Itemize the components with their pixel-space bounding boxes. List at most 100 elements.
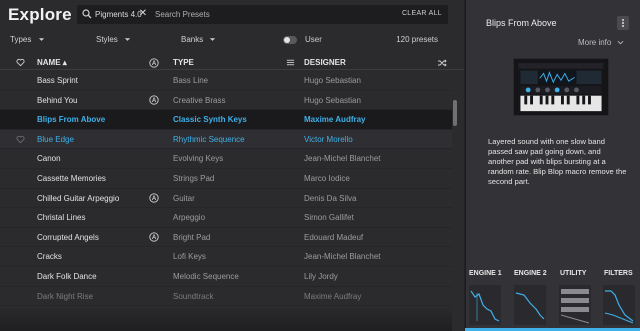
tab-engine-1[interactable]: ENGINE 1 xyxy=(469,270,502,277)
preset-row[interactable]: Dark Night Rise Soundtrack Maxime Audfray xyxy=(0,287,452,307)
preset-row[interactable]: Canon Evolving Keys Jean-Michel Blanchet xyxy=(0,149,452,169)
engine-2-preview xyxy=(514,285,546,325)
preset-designer: Jean-Michel Blanchet xyxy=(304,252,381,262)
preset-name: Dark Night Rise xyxy=(37,291,94,301)
chevron-down-icon xyxy=(617,40,624,45)
preset-type: Soundtrack xyxy=(173,291,214,301)
preset-designer: Hugo Sebastian xyxy=(304,76,361,85)
name-column-header[interactable]: NAME ▴ xyxy=(37,58,67,67)
column-header: NAME ▴ A TYPE DESIGNER xyxy=(0,56,464,70)
preset-type: Rhythmic Sequence xyxy=(173,134,245,144)
preset-type: Creative Brass xyxy=(173,95,226,105)
chevron-down-icon xyxy=(38,38,44,41)
preset-designer: Hugo Sebastian xyxy=(304,95,361,105)
search-icon xyxy=(82,9,92,19)
engine-1-preview xyxy=(469,285,501,325)
designer-column-header[interactable]: DESIGNER xyxy=(304,58,346,67)
preset-designer: Maxime Audfray xyxy=(304,291,362,301)
user-preset-icon: A xyxy=(149,94,159,105)
types-filter[interactable]: Types xyxy=(10,35,45,44)
preset-name: Behind You xyxy=(37,95,78,105)
preset-row[interactable]: Christal Lines Arpeggio Simon Gallifet xyxy=(0,208,452,228)
toggle-knob xyxy=(284,37,290,43)
preset-details-title: Blips From Above xyxy=(486,18,557,28)
preset-type: Bass Line xyxy=(173,76,209,85)
preset-name: Dark Folk Dance xyxy=(37,271,97,281)
list-icon[interactable] xyxy=(286,58,295,67)
preset-name: Corrupted Angels xyxy=(37,232,99,242)
user-toggle-label: User xyxy=(305,35,322,44)
preset-type: Lofi Keys xyxy=(173,252,206,262)
preset-type: Evolving Keys xyxy=(173,154,224,164)
preset-row[interactable]: Behind You A Creative Brass Hugo Sebastian xyxy=(0,91,452,111)
heart-icon[interactable] xyxy=(16,58,25,67)
more-info-label: More info xyxy=(578,38,612,47)
search-filter-chip: Pigments 4.0 xyxy=(95,10,142,19)
banks-filter[interactable]: Banks xyxy=(181,35,216,44)
preset-row[interactable]: Bass Sprint Bass Line Hugo Sebastian xyxy=(0,71,452,91)
preset-designer: Victor Morello xyxy=(304,134,353,144)
shuffle-icon[interactable] xyxy=(437,58,447,68)
preset-row[interactable]: Corrupted Angels A Bright Pad Edouard Madeu… xyxy=(0,228,452,248)
user-preset-icon: A xyxy=(149,192,159,203)
preset-type: Strings Pad xyxy=(173,173,215,183)
search-input[interactable] xyxy=(155,7,385,22)
preset-row[interactable]: Cracks Lofi Keys Jean-Michel Blanchet xyxy=(0,247,452,267)
tab-utility[interactable]: UTILITY xyxy=(560,270,586,277)
chevron-down-icon xyxy=(210,38,216,41)
preset-row[interactable]: Blips From Above Classic Synth Keys Maxime… xyxy=(0,110,452,130)
preset-designer: Lily Jordy xyxy=(304,271,338,281)
banks-filter-label: Banks xyxy=(181,35,204,44)
styles-filter[interactable]: Styles xyxy=(96,35,131,44)
preset-type: Guitar xyxy=(173,193,195,203)
styles-filter-label: Styles xyxy=(96,35,118,44)
preset-designer: Maxime Audfray xyxy=(304,115,366,125)
preset-type: Melodic Sequence xyxy=(173,271,239,281)
preset-list: Bass Sprint Bass Line Hugo Sebastian Behind… xyxy=(0,71,452,307)
preset-name: Christal Lines xyxy=(37,213,86,223)
preset-row[interactable]: Chilled Guitar Arpeggio A Guitar Denis Da S… xyxy=(0,189,452,209)
filters-preview xyxy=(603,285,635,325)
page-title: Explore xyxy=(8,5,72,24)
chevron-down-icon xyxy=(124,38,131,41)
tab-engine-2[interactable]: ENGINE 2 xyxy=(514,270,547,277)
preset-type: Bright Pad xyxy=(173,232,211,242)
preset-name: Cracks xyxy=(37,252,62,262)
utility-preview xyxy=(559,285,591,325)
preset-thumbnail xyxy=(513,58,609,116)
user-toggle[interactable] xyxy=(283,36,297,44)
preset-browser: Explore Pigments 4.0 ✕ CLEAR ALL Types S… xyxy=(0,0,464,331)
preset-designer: Edouard Madeuf xyxy=(304,232,364,242)
tab-filters[interactable]: FILTERS xyxy=(604,270,633,277)
types-filter-label: Types xyxy=(10,35,32,44)
svg-text:A: A xyxy=(152,196,157,202)
more-info-button[interactable]: More info xyxy=(578,38,624,47)
user-preset-icon: A xyxy=(149,232,159,242)
remove-chip-icon[interactable]: ✕ xyxy=(138,7,148,21)
preset-name: Chilled Guitar Arpeggio xyxy=(37,193,120,203)
scrollbar[interactable] xyxy=(453,100,457,126)
preset-name: Bass Sprint xyxy=(37,76,78,85)
user-preset-icon[interactable]: A xyxy=(149,58,159,68)
svg-text:A: A xyxy=(152,98,157,104)
preset-details-panel: Blips From Above More info Layered sound… xyxy=(465,0,640,331)
svg-text:A: A xyxy=(152,61,157,67)
preset-row[interactable]: Cassette Memories Strings Pad Marco Iodice xyxy=(0,169,452,189)
more-options-icon[interactable] xyxy=(617,16,629,30)
preset-name: Canon xyxy=(37,154,61,164)
preset-name: Blips From Above xyxy=(37,115,106,125)
preset-designer: Marco Iodice xyxy=(304,173,350,183)
preset-designer: Denis Da Silva xyxy=(304,193,357,203)
svg-text:A: A xyxy=(152,235,157,241)
search-bar[interactable]: Pigments 4.0 ✕ CLEAR ALL xyxy=(77,5,448,24)
preset-type: Classic Synth Keys xyxy=(173,115,247,125)
preset-row[interactable]: Dark Folk Dance Melodic Sequence Lily Jord… xyxy=(0,267,452,287)
preset-row[interactable]: Blue Edge Rhythmic Sequence Victor Morello xyxy=(0,129,452,150)
clear-all-button[interactable]: CLEAR ALL xyxy=(402,10,442,17)
type-column-header[interactable]: TYPE xyxy=(173,58,194,67)
preset-designer: Jean-Michel Blanchet xyxy=(304,154,381,164)
list-fade xyxy=(0,305,452,331)
preset-name: Cassette Memories xyxy=(37,173,106,183)
preset-description: Layered sound with one slow band passed … xyxy=(488,137,627,186)
heart-icon[interactable] xyxy=(16,135,25,144)
